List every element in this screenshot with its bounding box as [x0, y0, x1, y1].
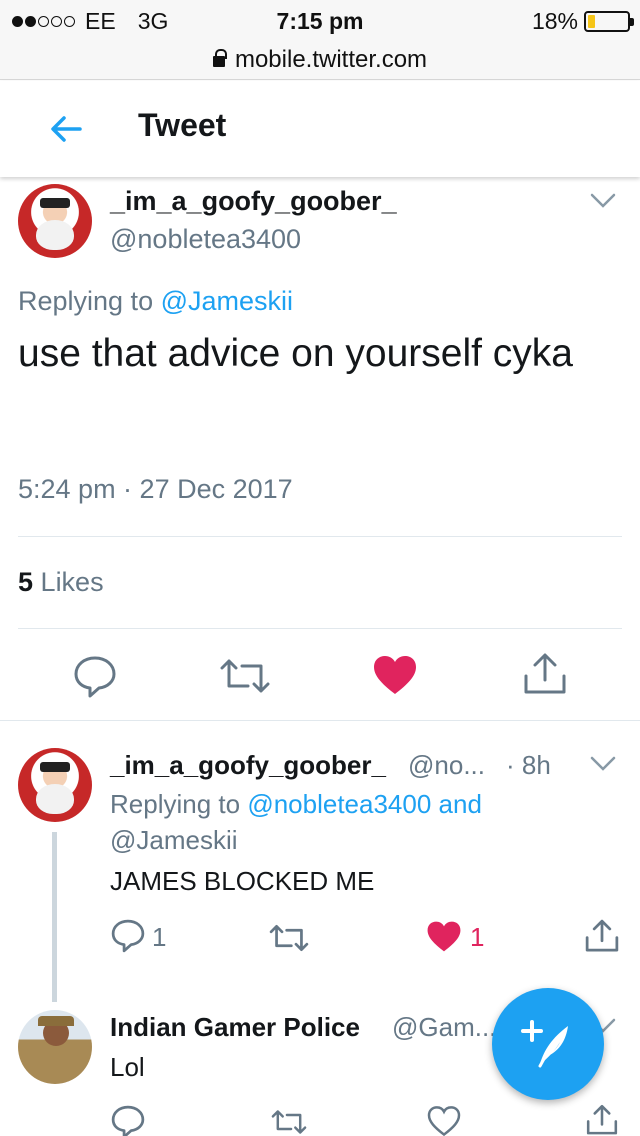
- section-divider: [0, 720, 640, 721]
- chevron-down-icon[interactable]: [590, 193, 616, 209]
- battery-icon: [584, 11, 634, 32]
- lock-icon: [212, 48, 227, 69]
- tweet-text: use that advice on yourself cyka: [18, 332, 573, 375]
- divider: [18, 628, 622, 629]
- retweet-icon[interactable]: [218, 656, 272, 696]
- heart-outline-icon[interactable]: [426, 1106, 462, 1136]
- battery-percent: 18%: [531, 8, 578, 34]
- display-name[interactable]: _im_a_goofy_goober_: [110, 186, 397, 217]
- likes-count: 5: [18, 567, 34, 597]
- share-icon[interactable]: [584, 1104, 620, 1136]
- chevron-down-icon[interactable]: [590, 756, 616, 772]
- reply-text: JAMES BLOCKED ME: [110, 866, 375, 896]
- avatar[interactable]: [18, 1010, 92, 1084]
- url-bar[interactable]: mobile.twitter.com: [0, 40, 640, 80]
- thread-connector: [52, 832, 57, 1002]
- likes-stat[interactable]: 5 Likes: [18, 567, 104, 598]
- divider: [18, 536, 622, 537]
- replying-prefix: Replying to: [18, 286, 154, 316]
- share-icon[interactable]: [522, 652, 568, 696]
- status-bar: EE 3G 7:15 pm 18%: [0, 0, 640, 40]
- reply-text: Lol: [110, 1052, 145, 1082]
- likes-label: Likes: [40, 567, 104, 597]
- share-icon[interactable]: [584, 918, 620, 954]
- status-right: 18%: [531, 8, 634, 35]
- timestamp[interactable]: 5:24 pm · 27 Dec 2017: [18, 474, 293, 505]
- heart-filled-icon[interactable]: [426, 920, 462, 953]
- reply-handle[interactable]: @Gam...: [392, 1012, 496, 1043]
- avatar[interactable]: [18, 748, 92, 822]
- mention-link[interactable]: @Jameskii: [110, 822, 238, 858]
- page-header: Tweet: [0, 81, 640, 177]
- avatar[interactable]: [18, 184, 92, 258]
- reply-handle[interactable]: @no...: [408, 750, 485, 781]
- like-count: 1: [470, 922, 485, 952]
- url-text: mobile.twitter.com: [234, 45, 428, 73]
- retweet-icon[interactable]: [268, 1108, 310, 1136]
- user-handle[interactable]: @nobletea3400: [110, 224, 301, 255]
- replying-to: Replying to @nobletea3400 and: [110, 786, 482, 822]
- replying-prefix: Replying to: [110, 789, 241, 819]
- arrow-left-icon[interactable]: [46, 109, 86, 149]
- reply-icon[interactable]: [72, 654, 118, 700]
- reply-icon[interactable]: [110, 918, 146, 954]
- heart-filled-icon[interactable]: [372, 654, 418, 696]
- mention-link[interactable]: @nobletea3400 and: [247, 789, 482, 819]
- reply-count: 1: [152, 922, 167, 952]
- reply-display-name[interactable]: _im_a_goofy_goober_: [110, 750, 386, 781]
- retweet-icon[interactable]: [268, 922, 310, 954]
- battery-level: [588, 15, 595, 28]
- replying-to: Replying to @Jameskii: [18, 286, 293, 317]
- compose-tweet-button[interactable]: [492, 988, 604, 1100]
- page-title: Tweet: [138, 107, 227, 143]
- reply-age: · 8h: [506, 750, 551, 780]
- compose-feather-icon: [521, 1020, 568, 1068]
- mention-link[interactable]: @Jameskii: [161, 286, 293, 316]
- reply-icon[interactable]: [110, 1104, 146, 1136]
- reply-display-name[interactable]: Indian Gamer Police: [110, 1012, 360, 1043]
